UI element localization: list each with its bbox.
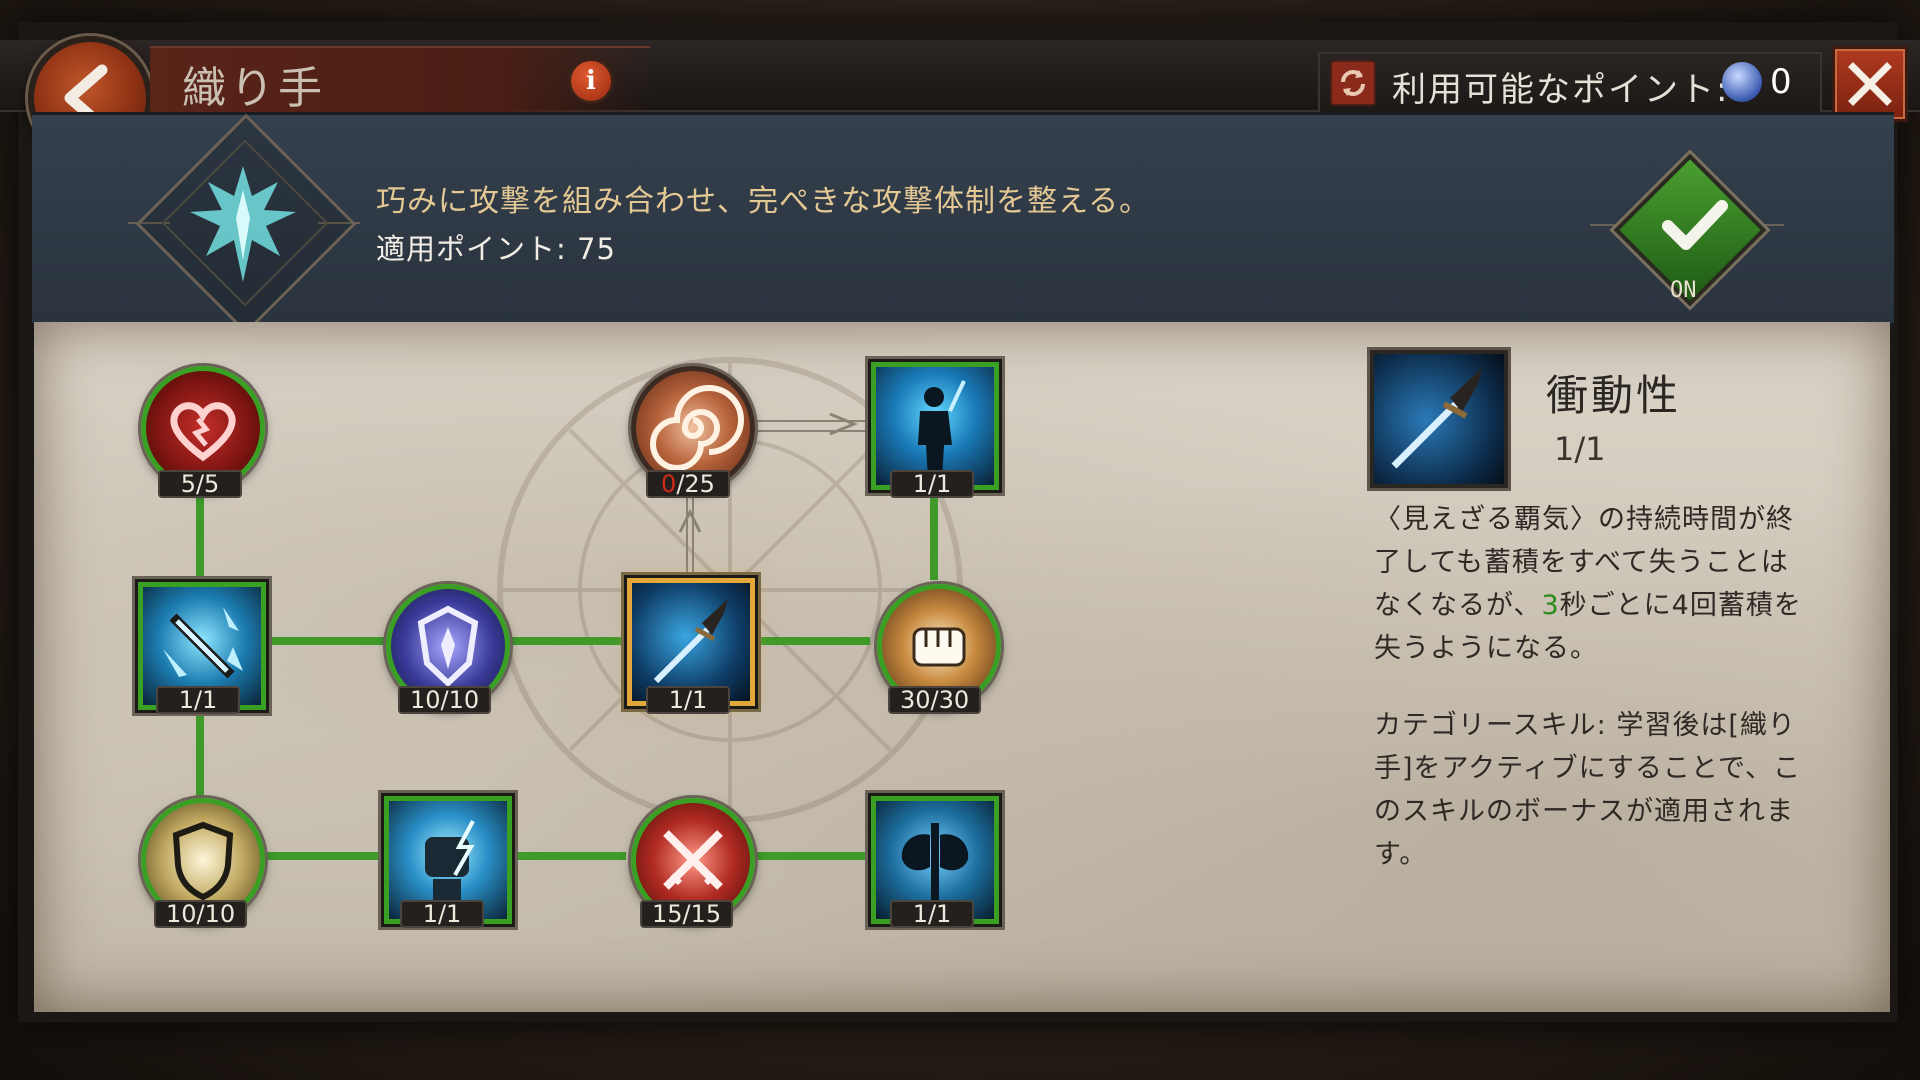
link-impulse-fist [752, 637, 870, 645]
level-badge: 1/1 [890, 470, 974, 498]
vortex-icon [650, 385, 744, 471]
level-badge: 10/10 [398, 686, 492, 714]
close-icon [1848, 62, 1892, 106]
level-badge: 5/5 [158, 470, 242, 498]
level-badge: 1/1 [890, 900, 974, 928]
dagger-icon [653, 599, 728, 684]
level-badge: 10/10 [154, 900, 248, 928]
arrow-up-icon [678, 508, 702, 533]
close-button[interactable] [1832, 46, 1908, 122]
description-highlight: 3 [1541, 590, 1560, 621]
level-badge: 1/1 [646, 686, 730, 714]
warrior-icon [918, 380, 966, 479]
level-badge: 0/25 [646, 470, 730, 498]
link-shield-lightning [264, 852, 388, 860]
reset-points-button[interactable] [1330, 60, 1376, 106]
arrow-right-icon [829, 412, 858, 436]
link-iceblade-shield [196, 708, 204, 806]
selected-skill-level: 1/1 [1554, 430, 1606, 468]
refresh-icon [1341, 70, 1365, 96]
level-badge: 1/1 [400, 900, 484, 928]
link-warrior-fist [930, 488, 938, 580]
level-badge: 30/30 [888, 686, 982, 714]
heart-icon [170, 402, 236, 462]
page-title: 織り手 [182, 63, 326, 114]
category-note: カテゴリースキル: 学習後は[織り手]をアクティブにすることで、このスキルのボー… [1374, 710, 1801, 870]
link-blueshield-impulse [508, 637, 626, 645]
weaver-emblem-icon [190, 166, 296, 282]
applied-points: 適用ポイント: 75 [376, 232, 616, 266]
link-lightning-swords [508, 852, 626, 860]
class-description: 巧みに攻撃を組み合わせ、完ぺきな攻撃体制を整える。 [376, 184, 1151, 219]
level-current: 0 [661, 470, 677, 498]
points-label: 利用可能なポイント: [1392, 70, 1730, 110]
toggle-label: ON [1670, 278, 1697, 303]
points-value: 0 [1770, 62, 1792, 102]
selected-skill-icon [1370, 350, 1508, 488]
link-iceblade-blueshield [264, 637, 388, 645]
skill-point-gem-icon [1722, 62, 1762, 102]
selected-skill-description: 〈見えざる覇気〉の持続時間が終了しても蓄積をすべて失うことはなくなるが、3秒ごと… [1374, 498, 1814, 670]
info-button[interactable]: i [568, 58, 614, 104]
dagger-icon [1391, 368, 1482, 469]
selected-skill-name: 衝動性 [1546, 371, 1682, 420]
level-badge: 1/1 [156, 686, 240, 714]
checkmark-icon [1662, 200, 1728, 250]
link-swords-axe [752, 852, 870, 860]
level-badge: 15/15 [640, 900, 734, 928]
level-max: /25 [676, 470, 715, 498]
